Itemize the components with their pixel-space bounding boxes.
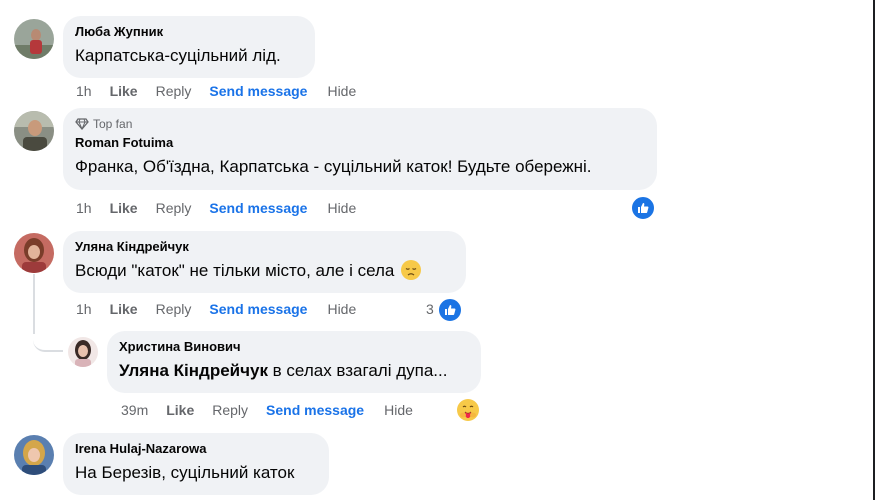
reply-button[interactable]: Reply [212, 402, 248, 418]
comment-actions: 1h Like Reply Send message Hide [76, 83, 356, 99]
comment-bubble: Irena Hulaj-Nazarowa На Березів, суцільн… [63, 433, 329, 495]
top-fan-diamond-icon [75, 118, 89, 130]
comment-bubble: Top fan Roman Fotuima Франка, Об'їздна, … [63, 108, 657, 190]
hide-button[interactable]: Hide [327, 83, 356, 99]
comment-text: Карпатська-суцільний лід. [75, 46, 281, 65]
comment-author[interactable]: Христина Винович [119, 339, 469, 355]
like-button[interactable]: Like [110, 200, 138, 216]
like-button[interactable]: Like [110, 83, 138, 99]
timestamp[interactable]: 1h [76, 200, 92, 216]
badge-label: Top fan [93, 117, 133, 131]
comment-actions: 1h Like Reply Send message Hide [76, 301, 356, 317]
comment-text-content: Всюди "каток" не тільки місто, але і сел… [75, 261, 395, 280]
reply-button[interactable]: Reply [156, 301, 192, 317]
comment-bubble: Уляна Кіндрейчук Всюди "каток" не тільки… [63, 231, 466, 293]
comment-text-content: в селах взагалі дупа... [267, 361, 448, 380]
reply-button[interactable]: Reply [156, 200, 192, 216]
send-message-button[interactable]: Send message [266, 402, 364, 418]
comment-actions: 1h Like Reply Send message Hide [76, 200, 356, 216]
like-reaction-icon[interactable] [437, 297, 463, 323]
comment-author[interactable]: Уляна Кіндрейчук [75, 239, 454, 255]
like-reaction-icon[interactable] [630, 195, 656, 221]
avatar[interactable] [14, 111, 54, 151]
mention-link[interactable]: Уляна Кіндрейчук [119, 361, 268, 380]
hide-button[interactable]: Hide [327, 301, 356, 317]
care-reaction-icon[interactable] [457, 399, 479, 421]
comment-text: Уляна Кіндрейчук в селах взагалі дупа... [119, 360, 469, 382]
hide-button[interactable]: Hide [327, 200, 356, 216]
reply-button[interactable]: Reply [156, 83, 192, 99]
send-message-button[interactable]: Send message [209, 301, 307, 317]
avatar[interactable] [68, 337, 98, 367]
comment-bubble: Христина Винович Уляна Кіндрейчук в села… [107, 331, 481, 393]
top-fan-badge: Top fan [75, 116, 645, 132]
timestamp[interactable]: 39m [121, 402, 148, 418]
thread-line [33, 274, 35, 334]
comment-text: На Березів, суцільний каток [75, 463, 295, 482]
comment-bubble: Люба Жупник Карпатська-суцільний лід. [63, 16, 315, 78]
hide-button[interactable]: Hide [384, 402, 413, 418]
comment-text: Всюди "каток" не тільки місто, але і сел… [75, 260, 454, 282]
reaction-count[interactable]: 3 [426, 301, 434, 317]
avatar[interactable] [14, 233, 54, 273]
timestamp[interactable]: 1h [76, 301, 92, 317]
thread-connector [33, 330, 63, 352]
comment-text: Франка, Об'їздна, Карпатська - суцільний… [75, 157, 592, 176]
sad-emoji-icon [401, 260, 422, 280]
like-button[interactable]: Like [110, 301, 138, 317]
like-button[interactable]: Like [166, 402, 194, 418]
comment-author[interactable]: Irena Hulaj-Nazarowa [75, 441, 317, 457]
comment-author[interactable]: Roman Fotuima [75, 135, 645, 151]
send-message-button[interactable]: Send message [209, 200, 307, 216]
send-message-button[interactable]: Send message [209, 83, 307, 99]
timestamp[interactable]: 1h [76, 83, 92, 99]
avatar[interactable] [14, 19, 54, 59]
avatar[interactable] [14, 435, 54, 475]
comment-actions: 39m Like Reply Send message Hide [121, 402, 413, 418]
comment-author[interactable]: Люба Жупник [75, 24, 303, 40]
